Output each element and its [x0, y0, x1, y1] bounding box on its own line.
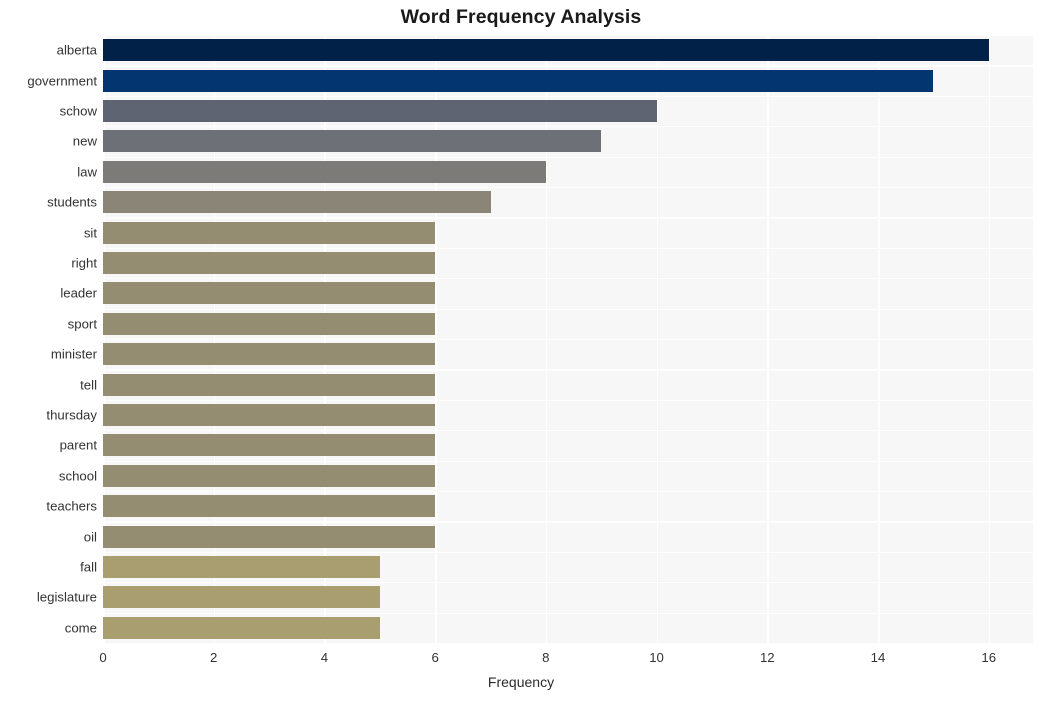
x-axis-tick-label: 14 — [870, 650, 886, 665]
bar — [103, 373, 436, 396]
x-axis-tick-label: 16 — [981, 650, 997, 665]
x-axis-tick-label: 4 — [320, 650, 329, 665]
y-axis-tick-label: law — [77, 164, 97, 180]
y-axis-tick-label: schow — [59, 103, 97, 119]
gridline-horizontal — [103, 399, 1033, 402]
bar — [103, 464, 436, 487]
gridline-horizontal — [103, 643, 1033, 645]
x-axis-tick-label: 8 — [542, 650, 550, 665]
x-axis-tick-label: 10 — [649, 650, 664, 665]
x-axis-title: Frequency — [487, 674, 555, 690]
y-axis-tick-label: come — [64, 620, 97, 636]
y-axis-tick-label: new — [72, 133, 97, 149]
bar — [103, 160, 546, 183]
gridline-horizontal — [103, 430, 1033, 432]
y-axis-tick-label: students — [47, 194, 97, 210]
gridline-horizontal — [103, 582, 1033, 584]
y-axis-tick-label: government — [27, 73, 97, 89]
gridline-horizontal — [103, 551, 1033, 554]
bar — [103, 434, 436, 457]
x-axis-tick-label: 12 — [759, 650, 775, 665]
gridline-horizontal — [103, 308, 1033, 310]
bar — [103, 282, 436, 305]
gridline-horizontal — [103, 369, 1033, 371]
gridline-horizontal — [103, 95, 1033, 98]
y-axis-tick-label: fall — [80, 559, 97, 575]
x-axis-tick-label: 6 — [431, 650, 439, 665]
y-axis-tick-label: school — [58, 468, 97, 484]
bar — [103, 130, 602, 153]
bar — [103, 100, 657, 122]
gridline-horizontal — [103, 612, 1033, 614]
bar — [103, 495, 436, 518]
word-frequency-chart: Word Frequency Analysis alberta governmen… — [0, 0, 1042, 701]
bar — [103, 312, 436, 335]
gridline-horizontal — [103, 35, 1033, 37]
bar — [103, 39, 989, 62]
y-axis-tick-label: minister — [50, 346, 97, 362]
y-axis-tick-label: right — [71, 255, 97, 271]
gridline-horizontal — [103, 339, 1033, 341]
y-axis-tick-label: parent — [59, 437, 97, 453]
chart-title: Word Frequency Analysis — [400, 6, 642, 28]
bar — [103, 69, 934, 92]
gridline-horizontal — [103, 187, 1033, 189]
y-axis-tick-label: teachers — [46, 498, 97, 514]
gridline-horizontal — [103, 247, 1033, 250]
bar — [103, 586, 380, 609]
y-axis-tick-label: leader — [60, 285, 97, 301]
y-axis-tick-label: alberta — [56, 42, 97, 58]
plot-area — [103, 35, 1033, 645]
gridline-horizontal — [103, 156, 1033, 158]
bar — [103, 525, 436, 548]
x-axis-tick-label: 0 — [99, 650, 107, 665]
y-axis-tick-label: oil — [83, 529, 97, 545]
y-axis-tick-label: thursday — [46, 407, 97, 423]
gridline-horizontal — [103, 65, 1033, 67]
gridline-horizontal — [103, 491, 1033, 493]
gridline-horizontal — [103, 460, 1033, 462]
bar — [103, 404, 436, 426]
gridline-horizontal — [103, 278, 1033, 280]
bar — [103, 616, 380, 639]
bar — [103, 556, 380, 578]
y-axis-tick-label: sit — [83, 225, 97, 241]
gridline-horizontal — [103, 126, 1033, 128]
bar — [103, 252, 436, 274]
y-axis-tick-label: sport — [67, 316, 97, 332]
bar — [103, 343, 436, 366]
y-axis-tick-label: legislature — [36, 589, 97, 605]
gridline-horizontal — [103, 521, 1033, 523]
gridline-horizontal — [103, 217, 1033, 219]
x-axis-tick-label: 2 — [210, 650, 218, 665]
bar — [103, 221, 436, 244]
y-axis-tick-label: tell — [80, 377, 97, 393]
bar — [103, 191, 491, 214]
